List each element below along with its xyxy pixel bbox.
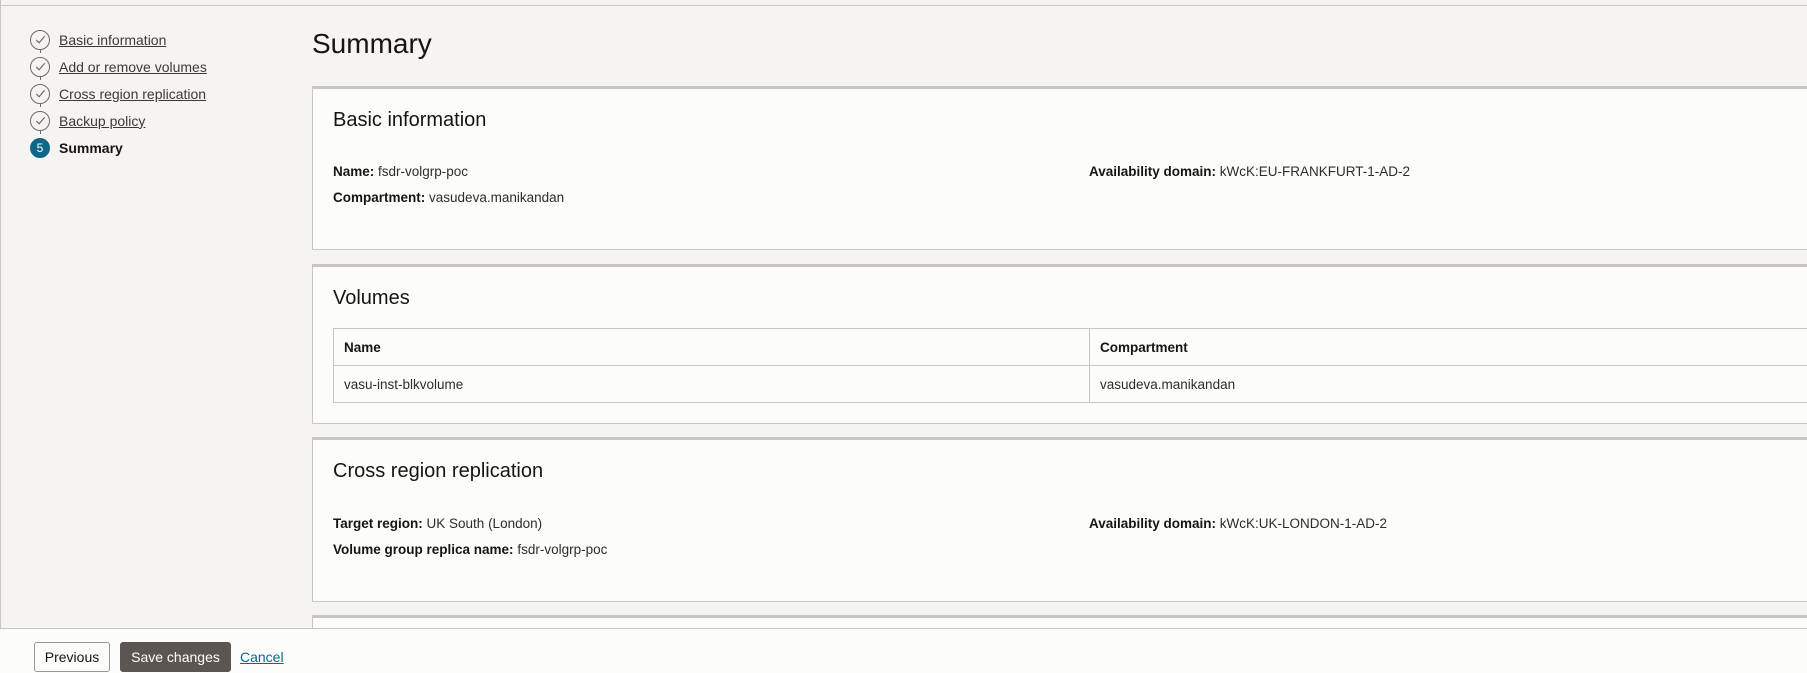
column-header-compartment: Compartment: [1090, 329, 1807, 366]
step-link[interactable]: Backup policy: [59, 113, 145, 129]
field-value: fsdr-volgrp-poc: [517, 542, 607, 557]
step-add-remove-volumes[interactable]: Add or remove volumes: [30, 53, 280, 80]
wizard-footer: Previous Save changes Cancel: [0, 628, 1807, 673]
availability-domain-field: Availability domain: kWcK:EU-FRANKFURT-1…: [1089, 164, 1410, 179]
section-title: Volumes: [333, 287, 410, 310]
field-value: fsdr-volgrp-poc: [378, 164, 468, 179]
step-cross-region-replication[interactable]: Cross region replication: [30, 80, 280, 107]
step-link[interactable]: Basic information: [59, 32, 166, 48]
volumes-table: Name Compartment vasu-inst-blkvolume vas…: [333, 328, 1807, 403]
step-link[interactable]: Cross region replication: [59, 86, 206, 102]
page-title: Summary: [312, 28, 432, 60]
left-divider: [0, 0, 1, 672]
table-row: vasu-inst-blkvolume vasudeva.manikandan: [334, 366, 1807, 403]
step-label-current: Summary: [59, 140, 123, 156]
field-value: kWcK:EU-FRANKFURT-1-AD-2: [1220, 164, 1410, 179]
field-label: Availability domain:: [1089, 516, 1216, 531]
previous-button[interactable]: Previous: [34, 642, 110, 672]
wizard-stepper: Basic information Add or remove volumes …: [30, 26, 280, 161]
field-value: UK South (London): [427, 516, 543, 531]
field-value: vasudeva.manikandan: [429, 190, 564, 205]
field-label: Target region:: [333, 516, 423, 531]
step-basic-information[interactable]: Basic information: [30, 26, 280, 53]
field-label: Name:: [333, 164, 374, 179]
volume-name-cell: vasu-inst-blkvolume: [334, 366, 1090, 403]
step-summary: 5 Summary: [30, 134, 280, 161]
volumes-card: Volumes Name Compartment vasu-inst-blkvo…: [312, 264, 1807, 424]
step-backup-policy[interactable]: Backup policy: [30, 107, 280, 134]
field-value: kWcK:UK-LONDON-1-AD-2: [1220, 516, 1387, 531]
field-label: Volume group replica name:: [333, 542, 514, 557]
volume-compartment-cell: vasudeva.manikandan: [1090, 366, 1807, 403]
field-label: Compartment:: [333, 190, 425, 205]
basic-information-card: Basic information Name: fsdr-volgrp-poc …: [312, 86, 1807, 250]
check-icon: [30, 84, 50, 104]
step-link[interactable]: Add or remove volumes: [59, 59, 207, 75]
check-icon: [30, 57, 50, 77]
name-field: Name: fsdr-volgrp-poc: [333, 164, 468, 179]
step-number-badge: 5: [30, 138, 50, 158]
cross-region-replication-card: Cross region replication Target region: …: [312, 437, 1807, 602]
field-label: Availability domain:: [1089, 164, 1216, 179]
check-icon: [30, 111, 50, 131]
cancel-link[interactable]: Cancel: [240, 649, 284, 665]
check-icon: [30, 30, 50, 50]
table-header-row: Name Compartment: [334, 329, 1807, 366]
save-changes-button[interactable]: Save changes: [120, 642, 231, 672]
compartment-field: Compartment: vasudeva.manikandan: [333, 190, 564, 205]
target-region-field: Target region: UK South (London): [333, 516, 542, 531]
section-title: Cross region replication: [333, 460, 543, 483]
top-divider: [0, 5, 1807, 6]
section-title: Basic information: [333, 109, 486, 132]
column-header-name: Name: [334, 329, 1090, 366]
availability-domain-field: Availability domain: kWcK:UK-LONDON-1-AD…: [1089, 516, 1387, 531]
replica-name-field: Volume group replica name: fsdr-volgrp-p…: [333, 542, 607, 557]
